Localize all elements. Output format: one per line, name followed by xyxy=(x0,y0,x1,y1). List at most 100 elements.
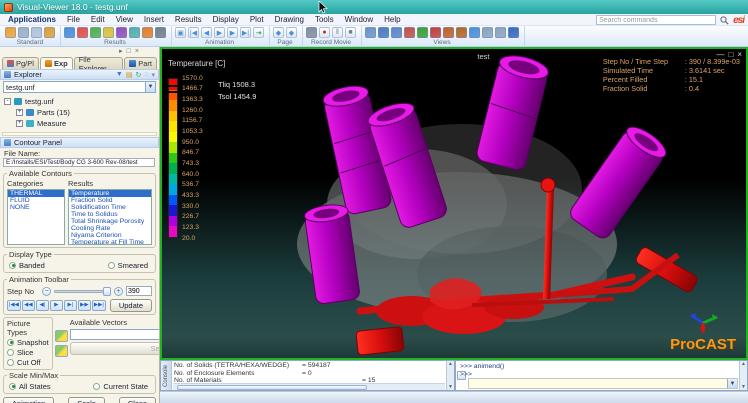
prev-page-icon[interactable]: ◆ xyxy=(273,27,284,38)
radio-smeared[interactable]: Smeared xyxy=(108,260,148,270)
sort-icon[interactable]: ▤ xyxy=(126,71,133,79)
console-tab[interactable]: Console xyxy=(161,361,172,390)
menu-help[interactable]: Help xyxy=(384,15,400,24)
tab-pg-pl[interactable]: Pg/Pl xyxy=(2,57,39,69)
category-thermal[interactable]: THERMAL xyxy=(8,190,64,197)
result-niyama-criterion[interactable]: Niyama Criterion xyxy=(69,232,151,239)
console-hscrollbar[interactable] xyxy=(173,383,445,390)
radio-slice[interactable]: Slice xyxy=(7,347,49,357)
step-value-input[interactable] xyxy=(126,286,152,296)
tree-node-testg-unf[interactable]: -testg.unf xyxy=(4,96,155,107)
close-panel-icon[interactable]: × xyxy=(135,47,139,56)
refresh-icon[interactable]: ↻ xyxy=(135,71,141,79)
tree-node-parts-15-[interactable]: +Parts (15) xyxy=(4,107,155,118)
result-time-to-solidus[interactable]: Time to Solidus xyxy=(69,211,151,218)
console-vscrollbar[interactable]: ▲▼ xyxy=(446,361,454,390)
radio-cut-off[interactable]: Cut Off xyxy=(7,357,49,367)
result-fraction-solid[interactable]: Fraction Solid xyxy=(69,197,151,204)
playback-button-2[interactable]: ◀| xyxy=(36,300,49,311)
cut-icon[interactable] xyxy=(18,27,29,38)
menu-display[interactable]: Display xyxy=(213,15,239,24)
front-view-icon[interactable] xyxy=(378,27,389,38)
float-panel-icon[interactable]: □ xyxy=(127,47,131,56)
script-input[interactable] xyxy=(469,379,727,388)
menu-file[interactable]: File xyxy=(67,15,80,24)
record-icon[interactable]: ● xyxy=(319,27,330,38)
probe-icon[interactable] xyxy=(116,27,127,38)
fit-view-icon[interactable] xyxy=(495,27,506,38)
tab-part[interactable]: Part xyxy=(124,57,157,69)
vectors-input[interactable] xyxy=(70,329,160,340)
search-icon[interactable] xyxy=(720,16,729,25)
more-options-icon[interactable]: ▾ xyxy=(151,71,155,79)
tab-file-explorer[interactable]: File Explorer xyxy=(74,57,124,69)
cut-plane-icon[interactable] xyxy=(90,27,101,38)
collapse-icon[interactable]: - xyxy=(4,98,11,105)
slice-tool-icon[interactable] xyxy=(55,330,68,342)
menu-view[interactable]: View xyxy=(116,15,133,24)
close-button[interactable]: Close xyxy=(119,397,156,403)
playback-button-4[interactable]: ▶| xyxy=(64,300,77,311)
file-name-input[interactable] xyxy=(3,158,155,167)
radio-snapshot[interactable]: Snapshot xyxy=(7,337,49,347)
last-frame-icon[interactable]: ▶| xyxy=(240,27,251,38)
report-icon[interactable] xyxy=(129,27,140,38)
refresh-view-icon[interactable] xyxy=(443,27,454,38)
menu-edit[interactable]: Edit xyxy=(91,15,105,24)
radio-all-states[interactable]: All States xyxy=(9,381,51,391)
combo-dropdown-icon[interactable]: ▼ xyxy=(145,81,156,93)
xy-plot-icon[interactable] xyxy=(155,27,166,38)
result-temperature-at-fill-time[interactable]: Temperature at Fill Time xyxy=(69,239,151,245)
playback-button-0[interactable]: |◀◀ xyxy=(7,300,21,311)
contour-icon[interactable] xyxy=(64,27,75,38)
curve-icon[interactable] xyxy=(142,27,153,38)
zoom-box-icon[interactable] xyxy=(482,27,493,38)
menu-insert[interactable]: Insert xyxy=(144,15,164,24)
radio-banded[interactable]: Banded xyxy=(9,260,45,270)
step-slider[interactable] xyxy=(54,290,111,293)
script-output[interactable]: >>> animend()>>> xyxy=(458,362,737,379)
pause-icon[interactable]: ‖ xyxy=(332,27,343,38)
copy-icon[interactable] xyxy=(31,27,42,38)
pin-panel-icon[interactable]: ▸ xyxy=(119,47,123,56)
vector-plot-icon[interactable] xyxy=(103,27,114,38)
graphics-viewport[interactable]: test — □ × Temperature [C] 1570.01466.71… xyxy=(160,47,748,360)
tab-explorer[interactable]: Exp xyxy=(40,57,73,69)
step-decrement-button[interactable]: − xyxy=(42,287,51,296)
rotate-view-icon[interactable] xyxy=(417,27,428,38)
iso-view-icon[interactable] xyxy=(365,27,376,38)
point-select-icon[interactable] xyxy=(430,27,441,38)
prev-frame-icon[interactable]: ◀ xyxy=(201,27,212,38)
rainbow-legend-icon[interactable] xyxy=(77,27,88,38)
model-file-input[interactable] xyxy=(3,81,145,93)
search-input[interactable] xyxy=(596,15,716,25)
playback-button-1[interactable]: ◀◀ xyxy=(22,300,35,311)
settings-button[interactable]: Settings xyxy=(70,342,160,355)
side-view-icon[interactable] xyxy=(404,27,415,38)
menu-applications[interactable]: Applications xyxy=(8,15,56,24)
anchor-icon[interactable] xyxy=(508,27,519,38)
play-icon[interactable]: ▶ xyxy=(214,27,225,38)
menu-plot[interactable]: Plot xyxy=(250,15,264,24)
playback-button-5[interactable]: ▶▶ xyxy=(78,300,91,311)
export-icon[interactable] xyxy=(44,27,55,38)
script-history-dropdown-icon[interactable]: ▼ xyxy=(727,379,737,388)
expand-icon[interactable]: + xyxy=(16,109,23,116)
tree-node-measure[interactable]: +Measure xyxy=(4,118,155,129)
result-cooling-rate[interactable]: Cooling Rate xyxy=(69,225,151,232)
category-none[interactable]: NONE xyxy=(8,204,64,211)
update-button[interactable]: Update xyxy=(110,299,152,312)
playback-button-6[interactable]: ▶▶| xyxy=(92,300,106,311)
filter-icon[interactable]: ▼ xyxy=(116,71,123,78)
menu-window[interactable]: Window xyxy=(345,15,373,24)
cutoff-tool-icon[interactable] xyxy=(55,345,68,357)
sync-icon[interactable]: ◌ xyxy=(144,71,148,78)
radio-current-state[interactable]: Current State xyxy=(93,381,148,391)
next-frame-icon[interactable]: ▶ xyxy=(227,27,238,38)
stop-icon[interactable]: ■ xyxy=(345,27,356,38)
pan-icon[interactable] xyxy=(469,27,480,38)
expand-icon[interactable]: + xyxy=(16,120,23,127)
step-increment-button[interactable]: + xyxy=(114,287,123,296)
animation-button[interactable]: Animation xyxy=(3,397,54,403)
result-solidification-time[interactable]: Solidification Time xyxy=(69,204,151,211)
